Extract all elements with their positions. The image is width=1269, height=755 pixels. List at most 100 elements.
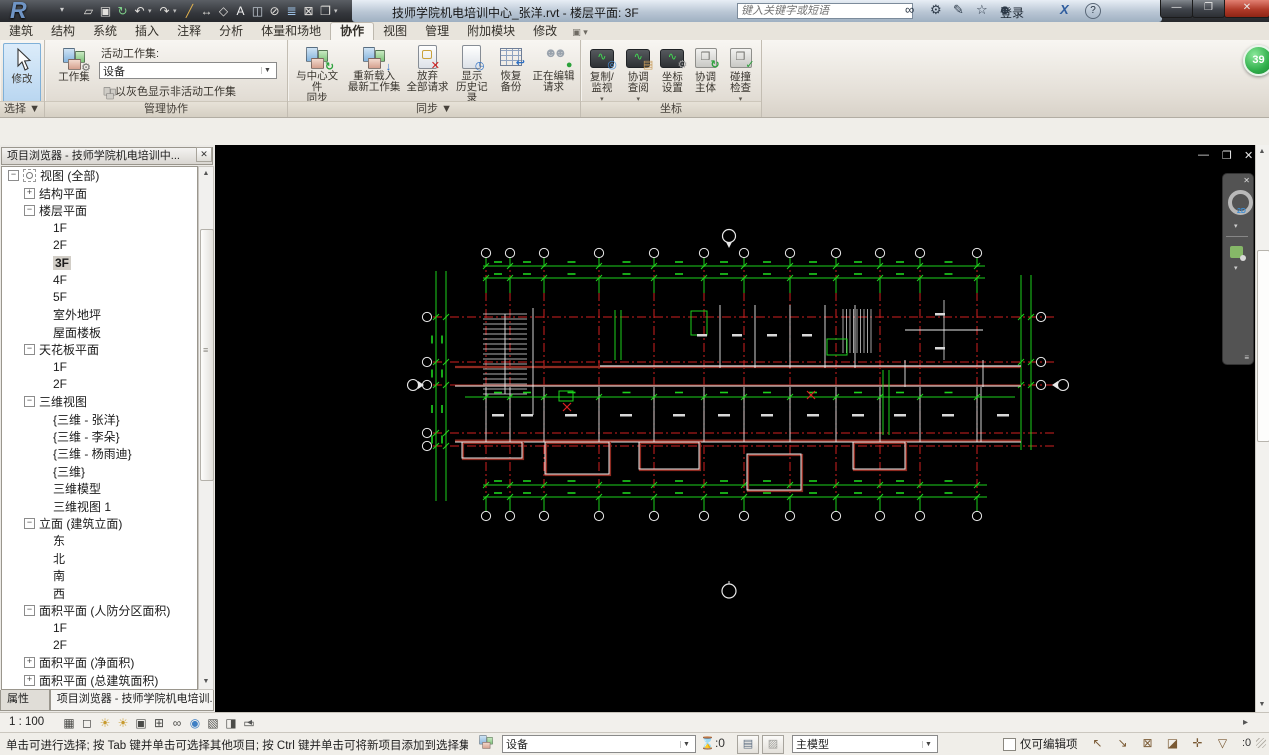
tree-item[interactable]: 东 bbox=[2, 532, 197, 549]
tree-item[interactable]: + 结构平面 bbox=[2, 184, 197, 201]
tree-item[interactable]: 三维模型 bbox=[2, 480, 197, 497]
tree-expander-icon[interactable]: − bbox=[24, 604, 35, 616]
exchange-apps-button[interactable]: X bbox=[1060, 2, 1069, 17]
undo-icon[interactable]: ↶ bbox=[131, 2, 148, 20]
communication-badge[interactable]: 39 bbox=[1243, 45, 1269, 76]
temporary-hide-isolate-icon[interactable]: ∞ bbox=[168, 715, 186, 731]
ribbon-tab-附加模块[interactable]: 附加模块 bbox=[458, 22, 524, 40]
redo-caret-icon[interactable]: ▾ bbox=[173, 7, 181, 15]
worksharing-frame-button[interactable]: ▨ bbox=[762, 735, 784, 754]
chevron-down-icon[interactable]: ▾ bbox=[1234, 222, 1238, 230]
tree-item[interactable]: + 面积平面 (净面积) bbox=[2, 654, 197, 671]
aligned-dimension-icon[interactable]: ↔ bbox=[198, 2, 215, 20]
close-hidden-windows-icon[interactable]: ⊠ bbox=[300, 2, 317, 20]
ribbon-tab-分析[interactable]: 分析 bbox=[210, 22, 252, 40]
coordination-review-button[interactable]: ∿ ▤ 协调 查阅 ▾ bbox=[621, 42, 656, 107]
tree-item[interactable]: 室外地坪 bbox=[2, 306, 197, 323]
scroll-down-icon[interactable]: ▼ bbox=[1256, 698, 1268, 712]
tree-item[interactable]: {三维 - 李朵} bbox=[2, 428, 197, 445]
crop-view-icon[interactable]: ▣ bbox=[132, 715, 150, 731]
select-underlay-elements-icon[interactable]: ↘ bbox=[1110, 735, 1135, 752]
ribbon-tab-结构[interactable]: 结构 bbox=[42, 22, 84, 40]
favorites-star-icon[interactable]: ☆ bbox=[976, 2, 988, 18]
restore-backup-button[interactable]: ↩ 恢复 备份 bbox=[493, 41, 529, 95]
copy-monitor-button[interactable]: ∿ ◎ 复制/ 监视 ▾ bbox=[583, 42, 621, 107]
visual-style-icon[interactable]: ◻ bbox=[78, 715, 96, 731]
help-button[interactable]: ? bbox=[1085, 3, 1101, 19]
scroll-up-icon[interactable]: ▲ bbox=[1256, 145, 1268, 159]
tree-expander-icon[interactable]: − bbox=[24, 518, 35, 529]
save-icon[interactable]: ▣ bbox=[97, 2, 114, 20]
tree-item[interactable]: − 楼层平面 bbox=[2, 202, 197, 219]
window-minimize-button[interactable]: — bbox=[1160, 0, 1193, 18]
tree-item[interactable]: 三维视图 1 bbox=[2, 497, 197, 514]
tree-item[interactable]: 屋面楼板 bbox=[2, 324, 197, 341]
tree-item[interactable]: 2F bbox=[2, 637, 197, 654]
ribbon-tab-管理[interactable]: 管理 bbox=[416, 22, 458, 40]
ribbon-tab-系统[interactable]: 系统 bbox=[84, 22, 126, 40]
design-options-dropdown[interactable]: 主模型 ▼ bbox=[792, 735, 938, 753]
scrollbar-thumb[interactable] bbox=[1257, 250, 1269, 442]
tree-item[interactable]: + 面积平面 (总建筑面积) bbox=[2, 671, 197, 688]
reload-latest-button[interactable]: ↓ 重新载入 最新工作集 bbox=[344, 41, 404, 95]
ribbon-tab-注释[interactable]: 注释 bbox=[168, 22, 210, 40]
tree-item[interactable]: 2F bbox=[2, 376, 197, 393]
window-maximize-button[interactable]: ❐ bbox=[1192, 0, 1225, 18]
default-3d-view-icon[interactable]: ◫ bbox=[249, 2, 266, 20]
sync-with-central-icon[interactable]: ↻ bbox=[114, 2, 131, 20]
tree-item[interactable]: {三维 - 张洋} bbox=[2, 410, 197, 427]
detail-level-icon[interactable]: ▦ bbox=[60, 715, 78, 731]
close-icon[interactable]: ✕ bbox=[196, 147, 212, 162]
measure-icon[interactable]: ╱ bbox=[181, 2, 198, 20]
show-crop-region-icon[interactable]: ⊞ bbox=[150, 715, 168, 731]
tab-properties[interactable]: 属性 bbox=[0, 690, 50, 711]
ribbon-tab-插入[interactable]: 插入 bbox=[126, 22, 168, 40]
active-workset-dropdown[interactable]: 设备 ▼ bbox=[99, 62, 277, 79]
redo-icon[interactable]: ↷ bbox=[156, 2, 173, 20]
reveal-hidden-elements-icon[interactable]: ◉ bbox=[186, 715, 204, 731]
tree-item[interactable]: 西 bbox=[2, 584, 197, 601]
customize-qat-icon[interactable]: ▾ bbox=[334, 7, 342, 15]
coordinate-panel-label[interactable]: 坐标 bbox=[581, 101, 761, 117]
window-close-button[interactable]: ✕ bbox=[1224, 0, 1269, 18]
ribbon-tab-建筑[interactable]: 建筑 bbox=[0, 22, 42, 40]
tree-item[interactable]: − 立面 (建筑立面) bbox=[2, 515, 197, 532]
editable-only-checkbox[interactable]: 仅可编辑项 bbox=[1003, 736, 1078, 752]
tree-item[interactable]: − 天花板平面 bbox=[2, 341, 197, 358]
scroll-right-icon[interactable]: ▸ bbox=[1243, 717, 1248, 728]
synchronize-panel-label[interactable]: 同步 ▼ bbox=[288, 101, 580, 117]
tree-scrollbar[interactable]: ▲ ▼ bbox=[198, 166, 214, 690]
tree-expander-icon[interactable]: + bbox=[24, 657, 35, 669]
coordinates-button[interactable]: ∿ ⚙ 坐标 设置 bbox=[656, 42, 689, 96]
relinquish-all-button[interactable]: ✕ 放弃 全部请求 bbox=[404, 41, 451, 95]
section-icon[interactable]: ⊘ bbox=[266, 2, 283, 20]
zoom-region-icon[interactable] bbox=[1230, 246, 1246, 261]
ribbon-tab-协作[interactable]: 协作 bbox=[330, 22, 375, 40]
project-browser-title[interactable]: 项目浏览器 - 技师学院机电培训中... bbox=[1, 147, 213, 165]
show-history-button[interactable]: ◷ 显示 历史记录 bbox=[451, 41, 493, 106]
workset-status-dropdown[interactable]: 设备 ▼ bbox=[502, 735, 696, 753]
modify-button[interactable]: 修改 bbox=[3, 43, 41, 103]
text-icon[interactable]: A bbox=[232, 2, 249, 20]
sun-path-icon[interactable]: ☀ bbox=[96, 715, 114, 731]
tree-item[interactable]: − 面积平面 (人防分区面积) bbox=[2, 602, 197, 619]
worksets-button[interactable]: ⚙ 工作集 bbox=[49, 42, 99, 85]
worksharing-display-button[interactable]: ▤ bbox=[737, 735, 759, 754]
navbar-menu-icon[interactable]: ≡ bbox=[1244, 353, 1249, 362]
select-pinned-elements-icon[interactable]: ⊠ bbox=[1135, 735, 1160, 752]
tree-item[interactable]: 南 bbox=[2, 567, 197, 584]
manage-collaboration-panel-label[interactable]: 管理协作 bbox=[45, 101, 287, 117]
scroll-left-icon[interactable]: ◂ bbox=[247, 717, 252, 728]
tree-item[interactable]: 5F bbox=[2, 289, 197, 306]
tree-expander-icon[interactable]: − bbox=[24, 344, 35, 356]
switch-windows-icon[interactable]: ❐ bbox=[317, 2, 334, 20]
search-icon[interactable]: ∞ bbox=[905, 2, 914, 17]
drawing-canvas[interactable]: — ❐ ✕ ✕ 2D ▾ ▾ ≡ bbox=[215, 145, 1255, 712]
ribbon-tab-体量和场地[interactable]: 体量和场地 bbox=[252, 22, 330, 40]
resize-grip[interactable] bbox=[1256, 738, 1266, 748]
chevron-down-icon[interactable]: ▾ bbox=[1234, 264, 1238, 272]
tree-item[interactable]: − 视图 (全部) bbox=[2, 167, 197, 184]
tag-icon[interactable]: ◇ bbox=[215, 2, 232, 20]
select-elements-by-face-icon[interactable]: ◪ bbox=[1160, 735, 1185, 752]
communication-center-icon[interactable]: ✎ bbox=[953, 2, 964, 18]
